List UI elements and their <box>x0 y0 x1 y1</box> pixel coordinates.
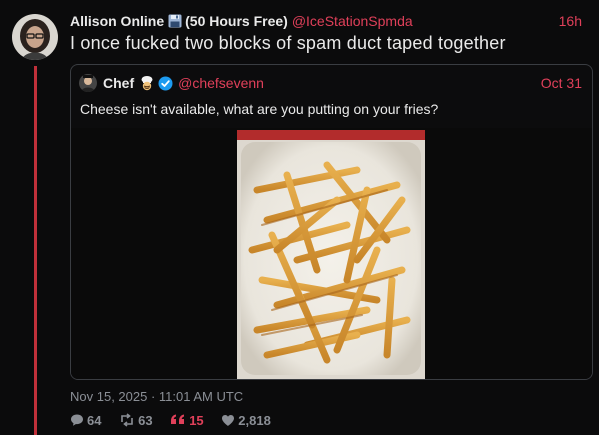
quoted-author-avatar[interactable] <box>79 74 97 92</box>
chef-emoji-icon <box>139 75 155 96</box>
repost-button[interactable]: 63 <box>119 412 153 430</box>
post-header: Allison Online (50 Hours Free) @IceStation… <box>70 12 590 30</box>
avatar[interactable] <box>12 14 58 60</box>
post-card: Allison Online (50 Hours Free) @IceStation… <box>0 0 599 435</box>
thread-line <box>34 66 37 435</box>
quote-marks-icon <box>171 414 185 424</box>
author-name[interactable]: Allison Online <box>70 13 164 29</box>
quote-count: 15 <box>189 413 204 428</box>
author-name-suffix: (50 Hours Free) <box>185 13 288 29</box>
like-count: 2,818 <box>238 413 271 428</box>
quoted-author-handle[interactable]: @chefsevenn <box>178 75 264 91</box>
fries-photo[interactable] <box>237 130 425 379</box>
quoted-author-name[interactable]: Chef <box>103 75 134 91</box>
quoted-post-header: Chef @chefsevenn Oct 31 <box>79 73 584 93</box>
engagement-stats: 64 63 15 2,818 <box>70 412 285 430</box>
post-date[interactable]: Nov 15, 2025 · 11:01 AM UTC <box>70 389 243 404</box>
floppy-disk-icon <box>168 14 182 32</box>
quote-button[interactable]: 15 <box>170 412 204 430</box>
reply-button[interactable]: 64 <box>70 412 101 430</box>
verified-badge-icon <box>158 76 173 96</box>
quoted-post-date[interactable]: Oct 31 <box>541 73 582 93</box>
comment-icon <box>71 414 83 426</box>
post-text: I once fucked two blocks of spam duct ta… <box>70 33 506 53</box>
repost-count: 63 <box>138 413 153 428</box>
author-handle[interactable]: @IceStationSpmda <box>292 13 413 29</box>
heart-icon <box>222 415 235 426</box>
repost-icon <box>121 413 133 427</box>
quoted-post-media[interactable] <box>71 128 592 379</box>
quoted-post[interactable]: Chef @chefsevenn Oct 31 Cheese isn't avai… <box>70 64 593 380</box>
post-time[interactable]: 16h <box>559 12 582 30</box>
reply-count: 64 <box>87 413 102 428</box>
like-button[interactable]: 2,818 <box>221 412 271 430</box>
quoted-post-text: Cheese isn't available, what are you put… <box>80 101 439 117</box>
